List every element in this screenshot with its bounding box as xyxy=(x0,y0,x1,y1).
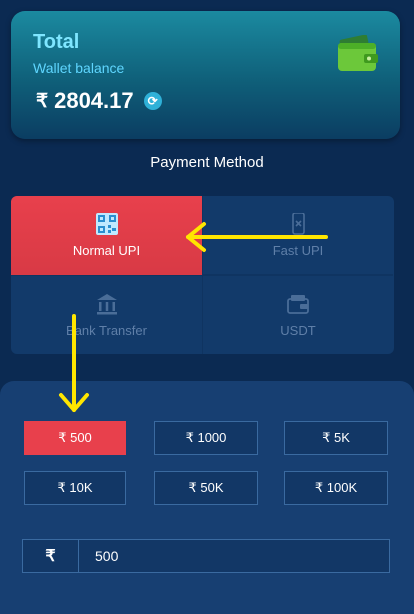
wallet-card-icon xyxy=(287,294,309,314)
method-fast-upi[interactable]: Fast UPI xyxy=(202,196,393,275)
method-label: Normal UPI xyxy=(72,243,141,258)
amount-option-1000[interactable]: ₹ 1000 xyxy=(154,421,258,455)
method-label: USDT xyxy=(280,322,316,338)
wallet-icon xyxy=(338,35,378,71)
amount-option-50k[interactable]: ₹ 50K xyxy=(154,471,258,505)
amount-option-100k[interactable]: ₹ 100K xyxy=(284,471,388,505)
method-label: Bank Transfer xyxy=(66,322,147,338)
balance-currency: ₹ xyxy=(36,90,49,112)
wallet-subtitle: Wallet balance xyxy=(33,60,125,76)
bank-icon xyxy=(96,293,117,314)
input-currency-label: ₹ xyxy=(23,540,79,572)
qr-code-icon xyxy=(95,213,118,235)
wallet-card: Total Wallet balance ₹ 2804.17 ⟳ xyxy=(11,11,400,139)
method-bank-transfer[interactable]: Bank Transfer xyxy=(11,275,202,354)
wallet-title: Total xyxy=(33,31,80,53)
method-normal-upi[interactable]: Normal UPI xyxy=(11,196,202,275)
refresh-icon[interactable]: ⟳ xyxy=(143,92,162,110)
balance-row: ₹ 2804.17 ⟳ xyxy=(36,88,162,114)
method-label: Fast UPI xyxy=(272,242,324,258)
amount-option-500[interactable]: ₹ 500 xyxy=(24,421,126,455)
method-usdt[interactable]: USDT xyxy=(202,275,393,354)
amount-option-10k[interactable]: ₹ 10K xyxy=(24,471,126,505)
payment-method-heading: Payment Method xyxy=(150,154,264,171)
amount-option-5k[interactable]: ₹ 5K xyxy=(284,421,388,455)
payment-method-grid: Normal UPI Fast UPI Bank Transfer USDT xyxy=(11,196,394,354)
amount-input-row: ₹ xyxy=(22,539,390,573)
balance-amount: 2804.17 xyxy=(54,88,134,113)
phone-scan-icon xyxy=(292,212,305,235)
amount-input[interactable] xyxy=(79,539,389,573)
